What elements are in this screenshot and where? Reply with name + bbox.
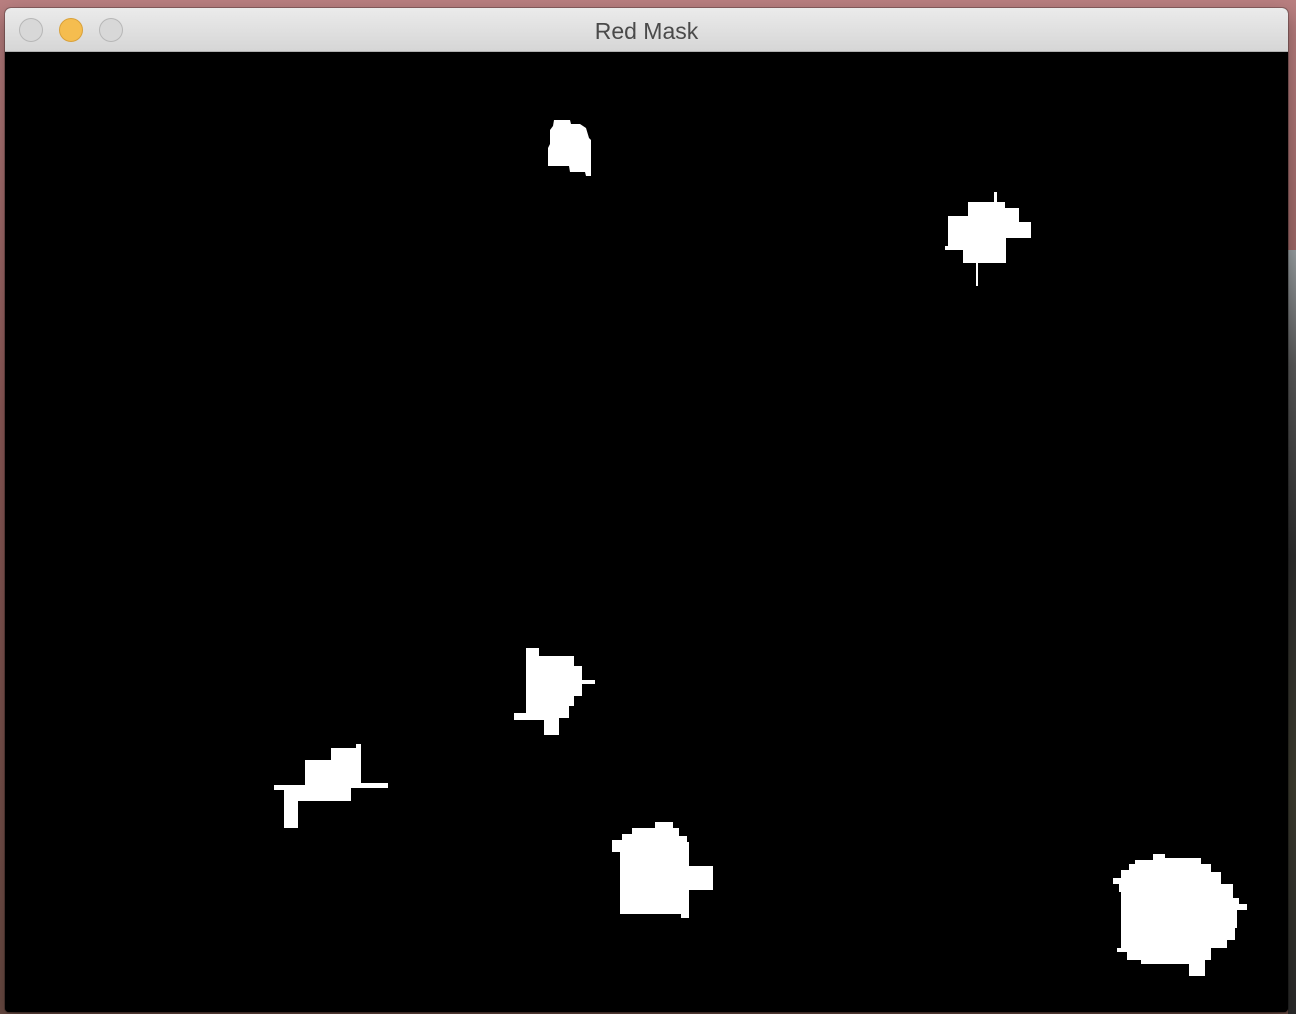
background-window-edge (1288, 250, 1296, 1014)
mask-canvas (5, 52, 1288, 1012)
title-bar[interactable]: Red Mask (5, 8, 1288, 52)
window-title: Red Mask (594, 18, 699, 44)
mask-image (5, 52, 1288, 1012)
red-mask-window: Red Mask (5, 8, 1288, 1012)
